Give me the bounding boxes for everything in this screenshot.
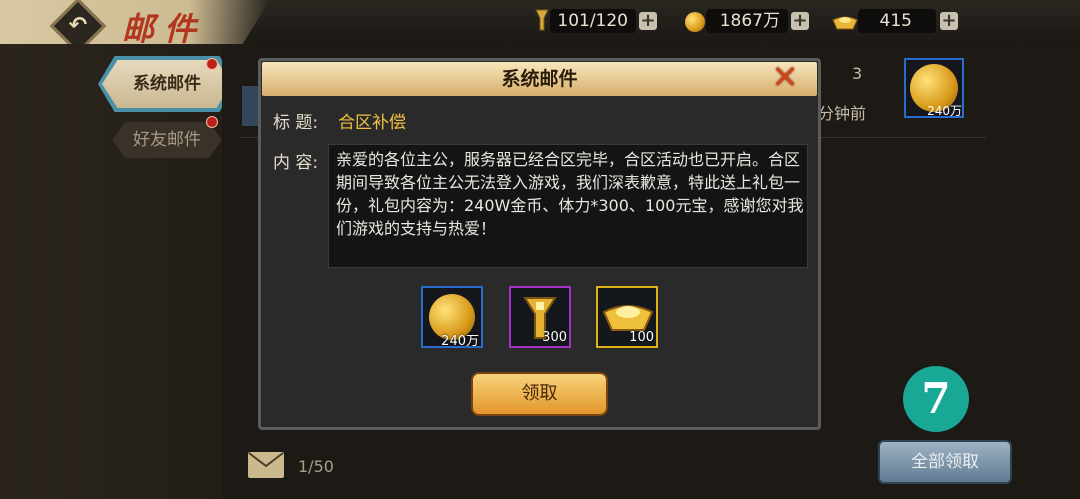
dialog-title: 系统邮件 bbox=[501, 68, 578, 90]
mail-count: 1/50 bbox=[298, 457, 334, 476]
close-icon[interactable]: ✕ bbox=[768, 60, 802, 94]
mail-row-time: 分钟前 bbox=[818, 104, 867, 123]
floating-badge[interactable]: 7 bbox=[903, 366, 969, 432]
ingot-value: 415 bbox=[879, 11, 912, 31]
claim-button[interactable]: 领取 bbox=[471, 372, 608, 416]
gold-add-button[interactable]: + bbox=[791, 12, 809, 30]
content-text: 亲爱的各位主公，服务器已经合区完毕，合区活动也已开启。合区期间导致各位主公无法登… bbox=[336, 150, 804, 238]
mail-envelope-icon bbox=[248, 452, 284, 478]
system-mail-notification-dot bbox=[206, 58, 218, 70]
ingot-icon bbox=[832, 12, 858, 30]
stamina-add-button[interactable]: + bbox=[639, 12, 657, 30]
back-arrow-icon[interactable]: ↶ bbox=[58, 6, 98, 46]
reward-count-stamina: 300 bbox=[542, 330, 567, 345]
gold-ingot-icon bbox=[602, 305, 654, 331]
friend-mail-notification-dot bbox=[206, 116, 218, 128]
reward-count-gold: 240万 bbox=[441, 334, 479, 349]
sidebar bbox=[0, 44, 222, 499]
gold-coin-icon bbox=[685, 12, 705, 32]
reward-count-ingot: 100 bbox=[629, 330, 654, 345]
ingot-add-button[interactable]: + bbox=[940, 12, 958, 30]
subject-value: 合区补偿 bbox=[338, 113, 406, 133]
mail-row-attachment-count: 240万 bbox=[927, 104, 962, 118]
mail-row-count: 3 bbox=[852, 64, 863, 83]
stamina-icon bbox=[534, 8, 550, 32]
tab-friend-mail-label[interactable]: 好友邮件 bbox=[112, 122, 222, 158]
subject-label: 标 题: bbox=[273, 113, 319, 133]
content-label: 内 容: bbox=[273, 153, 319, 173]
stamina-value: 101/120 bbox=[557, 11, 628, 31]
claim-all-button[interactable]: 全部领取 bbox=[878, 440, 1012, 484]
gold-value: 1867万 bbox=[719, 11, 780, 31]
